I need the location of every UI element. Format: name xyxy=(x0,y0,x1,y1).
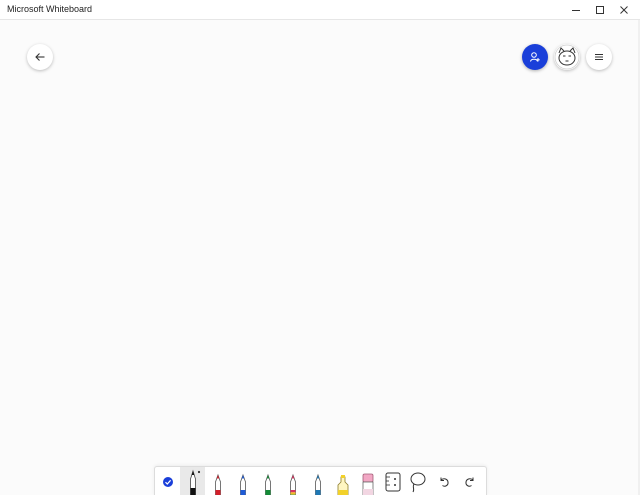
window-title: Microsoft Whiteboard xyxy=(7,4,93,14)
pen-rainbow-tool[interactable] xyxy=(280,467,305,495)
ruler-tool[interactable] xyxy=(380,467,405,495)
settings-menu-button[interactable] xyxy=(586,44,612,70)
redo-button[interactable] xyxy=(457,467,482,495)
ruler-icon xyxy=(385,472,400,492)
pen-green-icon xyxy=(264,473,271,495)
pen-red-tool[interactable] xyxy=(205,467,230,495)
select-check-icon xyxy=(162,477,173,487)
select-tool[interactable] xyxy=(155,467,180,495)
close-icon xyxy=(620,5,628,14)
drawing-canvas[interactable] xyxy=(0,20,638,495)
hamburger-menu-icon xyxy=(595,54,603,60)
pen-red-icon xyxy=(214,473,221,495)
invite-button[interactable] xyxy=(522,44,548,70)
account-avatar-button[interactable] xyxy=(554,44,580,70)
pen-galaxy-icon xyxy=(314,473,321,495)
close-button[interactable] xyxy=(610,0,638,19)
undo-icon xyxy=(440,477,449,487)
user-avatar-icon xyxy=(554,44,580,70)
lasso-tool[interactable] xyxy=(405,467,430,495)
inking-toolbar xyxy=(154,466,487,495)
pen-blue-icon xyxy=(239,473,246,495)
maximize-icon xyxy=(596,5,604,14)
pen-rainbow-icon xyxy=(289,473,296,495)
title-bar: Microsoft Whiteboard xyxy=(0,0,640,20)
pen-black-icon xyxy=(189,469,200,495)
pen-galaxy-tool[interactable] xyxy=(305,467,330,495)
pen-black-tool[interactable] xyxy=(180,467,205,495)
back-button[interactable] xyxy=(27,44,53,70)
pen-blue-tool[interactable] xyxy=(230,467,255,495)
whiteboard-window: Microsoft Whiteboard xyxy=(0,0,640,495)
eraser-tool[interactable] xyxy=(355,467,380,495)
redo-icon xyxy=(464,477,473,487)
person-add-icon xyxy=(530,52,540,62)
pen-green-tool[interactable] xyxy=(255,467,280,495)
highlighter-icon xyxy=(337,475,348,495)
highlighter-tool[interactable] xyxy=(330,467,355,495)
minimize-icon xyxy=(572,9,580,11)
undo-button[interactable] xyxy=(431,467,456,495)
lasso-icon xyxy=(410,472,425,493)
eraser-icon xyxy=(362,473,373,495)
arrow-left-icon xyxy=(35,53,45,61)
